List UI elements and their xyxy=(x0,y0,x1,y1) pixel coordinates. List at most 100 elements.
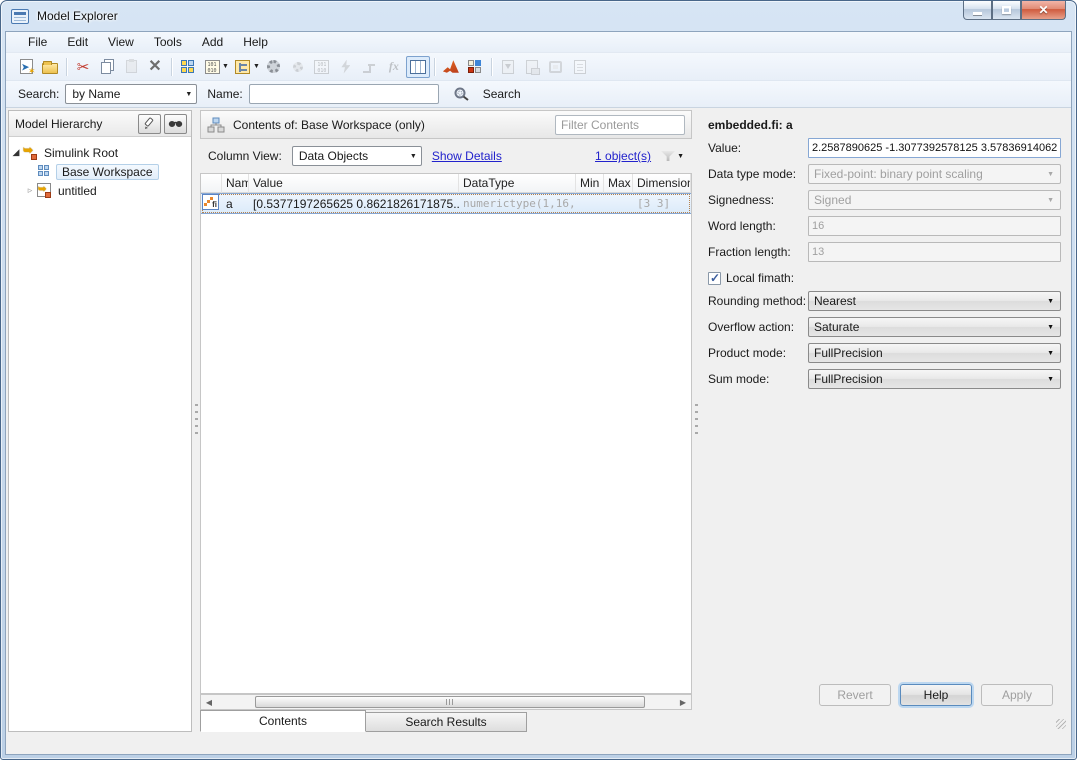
report-button[interactable] xyxy=(568,56,592,78)
tab-contents[interactable]: Contents xyxy=(200,710,366,732)
signedness-label: Signedness: xyxy=(708,193,808,207)
table-header[interactable]: Name Value DataType Min Max Dimensions xyxy=(201,174,691,193)
value-input[interactable] xyxy=(808,138,1061,158)
view-options-button[interactable] xyxy=(164,114,187,134)
exchange-icon xyxy=(549,61,562,73)
menu-file[interactable]: File xyxy=(18,33,57,51)
menu-add[interactable]: Add xyxy=(192,33,233,51)
resize-grip[interactable] xyxy=(1056,719,1066,729)
close-button[interactable]: ✕ xyxy=(1021,1,1066,20)
step-signal-icon xyxy=(363,61,377,73)
rounding-method-combobox[interactable]: Nearest ▼ xyxy=(808,291,1061,311)
column-header-datatype[interactable]: DataType xyxy=(459,174,576,193)
tree-item-untitled[interactable]: ▹ ➥ untitled xyxy=(9,181,191,200)
remove-page-button[interactable] xyxy=(520,56,544,78)
rounding-method-label: Rounding method: xyxy=(708,294,808,308)
gears-icon xyxy=(267,60,280,73)
delete-button[interactable]: ✕ xyxy=(143,56,167,78)
search-name-input[interactable] xyxy=(249,84,439,104)
table-row[interactable]: fi a [0.5377197265625 0.8621826171875...… xyxy=(201,193,691,214)
library-button[interactable] xyxy=(463,56,487,78)
column-view-combobox[interactable]: Data Objects ▼ xyxy=(292,146,422,166)
left-splitter[interactable] xyxy=(192,110,200,732)
update-diagram-button[interactable] xyxy=(334,56,358,78)
step-button[interactable] xyxy=(358,56,382,78)
column-header-max[interactable]: Max xyxy=(604,174,633,193)
row-filter-button[interactable]: ▼ xyxy=(661,151,684,161)
contents-controls: Column View: Data Objects ▼ Show Details… xyxy=(200,139,692,173)
right-splitter[interactable] xyxy=(692,110,700,732)
cell-name: a xyxy=(222,197,249,211)
copy-button[interactable] xyxy=(95,56,119,78)
search-label: Search: xyxy=(18,87,59,101)
menu-bar: File Edit View Tools Add Help xyxy=(6,32,1071,53)
product-mode-label: Product mode: xyxy=(708,346,808,360)
apply-button[interactable]: Apply xyxy=(981,684,1053,706)
overflow-action-label: Overflow action: xyxy=(708,320,808,334)
chevron-down-icon: ▼ xyxy=(1047,171,1054,178)
configure-button[interactable] xyxy=(262,56,286,78)
run-search-button[interactable] xyxy=(453,86,471,102)
fi-object-icon: fi xyxy=(202,194,219,210)
delete-icon: ✕ xyxy=(148,59,161,75)
filter-contents-input[interactable] xyxy=(555,115,685,135)
remove-page-icon xyxy=(526,60,538,74)
overflow-action-combobox[interactable]: Saturate ▼ xyxy=(808,317,1061,337)
revert-button[interactable]: Revert xyxy=(819,684,891,706)
horizontal-scrollbar[interactable]: ◀ ▶ xyxy=(200,694,692,710)
help-button[interactable]: Help xyxy=(900,684,972,706)
minimize-button[interactable] xyxy=(963,1,992,20)
tree-item-base-workspace[interactable]: Base Workspace xyxy=(9,162,191,181)
new-model-button[interactable]: ➤✶ xyxy=(14,56,38,78)
pencil-icon xyxy=(143,117,156,130)
expander-collapsed-icon[interactable]: ▹ xyxy=(23,185,37,196)
scrollbar-thumb[interactable] xyxy=(255,696,645,708)
tree-item-label: Base Workspace xyxy=(56,164,159,180)
column-header-value[interactable]: Value xyxy=(249,174,459,193)
column-header-icon[interactable] xyxy=(201,174,222,193)
tab-search-results[interactable]: Search Results xyxy=(366,712,527,732)
chevron-down-icon: ▼ xyxy=(1047,376,1054,383)
fx-icon: fx xyxy=(389,59,399,74)
show-details-link[interactable]: Show Details xyxy=(432,149,502,163)
column-header-name[interactable]: Name xyxy=(222,174,249,193)
paste-button[interactable] xyxy=(119,56,143,78)
contents-panel: Contents of: Base Workspace (only) Colum… xyxy=(200,110,692,732)
scroll-right-arrow-icon[interactable]: ▶ xyxy=(675,698,691,707)
column-view-button[interactable] xyxy=(406,56,430,78)
column-header-min[interactable]: Min xyxy=(576,174,604,193)
maximize-icon xyxy=(1002,6,1011,14)
search-button[interactable]: Search xyxy=(483,87,521,101)
menu-help[interactable]: Help xyxy=(233,33,278,51)
column-header-dimensions[interactable]: Dimensions xyxy=(633,174,691,193)
local-fimath-checkbox[interactable] xyxy=(708,272,721,285)
binary-view-button[interactable]: 101010 xyxy=(200,56,224,78)
sum-mode-combobox[interactable]: FullPrecision ▼ xyxy=(808,369,1061,389)
object-count-link[interactable]: 1 object(s) xyxy=(595,149,651,163)
menu-tools[interactable]: Tools xyxy=(144,33,192,51)
filter-page-button[interactable] xyxy=(496,56,520,78)
app-icon xyxy=(11,9,29,24)
engine-button[interactable] xyxy=(286,56,310,78)
exchange-button[interactable] xyxy=(544,56,568,78)
expander-expanded-icon[interactable]: ◢ xyxy=(9,147,23,158)
search-mode-combobox[interactable]: by Name ▼ xyxy=(65,84,197,104)
cut-button[interactable]: ✂ xyxy=(71,56,95,78)
menu-view[interactable]: View xyxy=(98,33,144,51)
matlab-button[interactable] xyxy=(439,56,463,78)
tree-view-icon xyxy=(235,60,250,74)
menu-edit[interactable]: Edit xyxy=(57,33,98,51)
chevron-down-icon: ▼ xyxy=(410,153,417,160)
quad-view-button[interactable] xyxy=(176,56,200,78)
titlebar[interactable]: Model Explorer ✕ xyxy=(1,1,1076,31)
function-button[interactable]: fx xyxy=(382,56,406,78)
edit-hierarchy-button[interactable] xyxy=(138,114,161,134)
bottom-tabs: Contents Search Results xyxy=(200,710,527,732)
product-mode-combobox[interactable]: FullPrecision ▼ xyxy=(808,343,1061,363)
binary-code-button[interactable]: 101010 xyxy=(310,56,334,78)
tree-item-simulink-root[interactable]: ◢ ➥ Simulink Root xyxy=(9,143,191,162)
tree-view-button[interactable] xyxy=(231,56,255,78)
maximize-button[interactable] xyxy=(992,1,1021,20)
scroll-left-arrow-icon[interactable]: ◀ xyxy=(201,698,217,707)
open-button[interactable] xyxy=(38,56,62,78)
